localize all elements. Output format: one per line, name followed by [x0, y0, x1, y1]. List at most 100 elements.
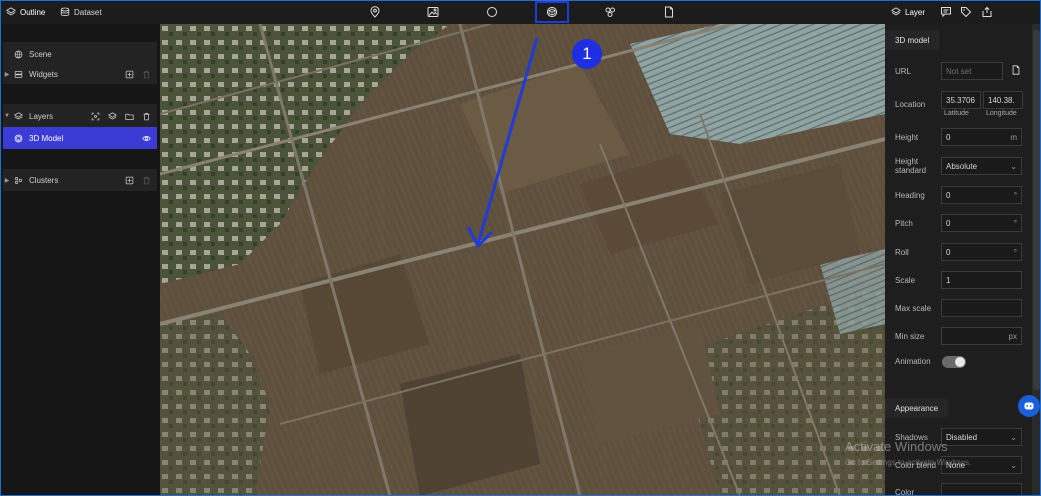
add-image-button[interactable] [426, 5, 440, 19]
max-scale-input[interactable] [941, 299, 1022, 317]
layers-icon [891, 7, 901, 16]
color-label: Color [895, 487, 915, 496]
tab-outline-label: Outline [20, 7, 46, 17]
pitch-value: 0 [946, 218, 951, 228]
heading-input[interactable]: 0 ° [941, 186, 1022, 204]
height-label: Height [895, 132, 919, 142]
outline-item-layers[interactable]: ▼ Layers [3, 105, 157, 127]
max-scale-label: Max scale [895, 303, 932, 313]
add-clusters-button[interactable] [603, 5, 617, 19]
min-size-input[interactable]: px [941, 327, 1022, 345]
tab-comments[interactable] [939, 5, 953, 19]
tab-dataset[interactable]: Dataset [60, 0, 102, 24]
height-unit: m [1010, 132, 1017, 142]
url-input[interactable]: Not set [941, 62, 1003, 80]
roll-label: Roll [895, 247, 909, 257]
heading-label: Heading [895, 190, 925, 200]
activate-windows-subtitle: Go to Settings to activate Windows. [845, 458, 972, 467]
add-marker-button[interactable] [368, 5, 382, 19]
heading-value: 0 [946, 190, 951, 200]
scrollbar-thumb[interactable] [1033, 30, 1040, 390]
outline-item-scene[interactable]: Scene [3, 43, 157, 65]
outline-item-widgets[interactable]: ▶ Widgets [3, 63, 157, 85]
pitch-input[interactable]: 0 ° [941, 214, 1022, 232]
tag-icon [961, 7, 972, 18]
section-appearance-title: Appearance [895, 403, 939, 413]
tab-tags[interactable] [959, 5, 973, 19]
shadows-select[interactable]: Disabled ⌄ [941, 428, 1022, 446]
clusters-icon [11, 175, 25, 185]
trash-icon[interactable] [142, 176, 151, 185]
add-layer-icon[interactable] [108, 111, 117, 121]
color-input[interactable] [941, 483, 1022, 496]
trash-icon[interactable] [142, 112, 151, 121]
height-standard-select[interactable]: Absolute ⌄ [941, 157, 1022, 175]
animation-toggle[interactable] [942, 356, 966, 368]
latitude-label: Latitude [944, 110, 969, 117]
chevron-right-icon[interactable]: ▶ [3, 71, 11, 78]
globe-icon [11, 49, 25, 59]
tab-export[interactable] [980, 5, 994, 19]
layers-icon [6, 7, 16, 16]
shadows-value: Disabled [946, 432, 978, 442]
section-3d-model-title: 3D model [895, 35, 930, 45]
height-standard-value: Absolute [946, 161, 978, 171]
export-icon [982, 6, 992, 17]
file-icon[interactable] [1011, 65, 1021, 75]
map-viewport[interactable] [160, 24, 885, 496]
url-label: URL [895, 66, 912, 76]
comment-icon [941, 7, 951, 18]
image-icon [427, 7, 439, 17]
section-3d-model[interactable]: 3D model [885, 30, 940, 50]
latitude-input[interactable]: 35.3706 [941, 91, 981, 109]
height-value: 0 [946, 132, 951, 142]
right-tab-bar: Layer [885, 0, 1041, 24]
height-standard-label: Height standard [895, 157, 927, 175]
tab-dataset-label: Dataset [74, 7, 102, 17]
step-number: 1 [582, 44, 592, 63]
chevron-down-icon[interactable]: ▼ [3, 113, 11, 119]
widgets-icon [11, 69, 25, 79]
longitude-label: Longitude [986, 110, 1017, 117]
min-size-unit: px [1008, 331, 1017, 341]
file-icon [665, 6, 673, 18]
outline-item-3d-model-label: 3D Model [29, 133, 64, 143]
eye-icon[interactable] [142, 134, 151, 143]
map-pin-icon [370, 6, 380, 18]
tab-outline[interactable]: Outline [6, 0, 45, 24]
roll-input[interactable]: 0 ° [941, 243, 1022, 261]
pitch-label: Pitch [895, 218, 913, 228]
chat-button[interactable] [1018, 395, 1040, 417]
add-cluster-icon[interactable] [125, 176, 134, 185]
outline-item-clusters[interactable]: ▶ Clusters [3, 169, 157, 191]
add-circle-button[interactable] [485, 5, 499, 19]
longitude-input[interactable]: 140.38. [983, 91, 1023, 109]
trash-icon[interactable] [142, 70, 151, 79]
outline-item-3d-model[interactable]: 3D Model [3, 127, 157, 149]
outline-item-layers-label: Layers [29, 111, 54, 121]
section-appearance[interactable]: Appearance [885, 398, 949, 418]
focus-icon[interactable] [91, 112, 100, 121]
outline-item-widgets-label: Widgets [29, 69, 58, 79]
chevron-right-icon[interactable]: ▶ [3, 177, 11, 184]
degree-unit: ° [1013, 190, 1017, 200]
activate-windows-title: Activate Windows [845, 439, 948, 454]
clusters-icon [605, 7, 615, 17]
add-file-button[interactable] [662, 5, 676, 19]
scale-input[interactable]: 1 [941, 271, 1022, 289]
tab-layer-label: Layer [905, 7, 926, 17]
outline-item-clusters-label: Clusters [29, 175, 59, 185]
folder-icon[interactable] [125, 112, 134, 121]
highlighted-tool-box [535, 1, 569, 23]
database-icon [60, 7, 70, 16]
animation-label: Animation [895, 356, 931, 366]
chevron-down-icon: ⌄ [1010, 161, 1017, 171]
circle-icon [487, 7, 497, 17]
tab-layer[interactable]: Layer [891, 0, 925, 24]
min-size-label: Min size [895, 331, 925, 341]
roll-value: 0 [946, 247, 951, 257]
satellite-map [160, 24, 885, 496]
height-input[interactable]: 0 m [941, 128, 1022, 146]
add-widget-icon[interactable] [125, 70, 134, 79]
chat-bot-icon [1024, 402, 1034, 410]
